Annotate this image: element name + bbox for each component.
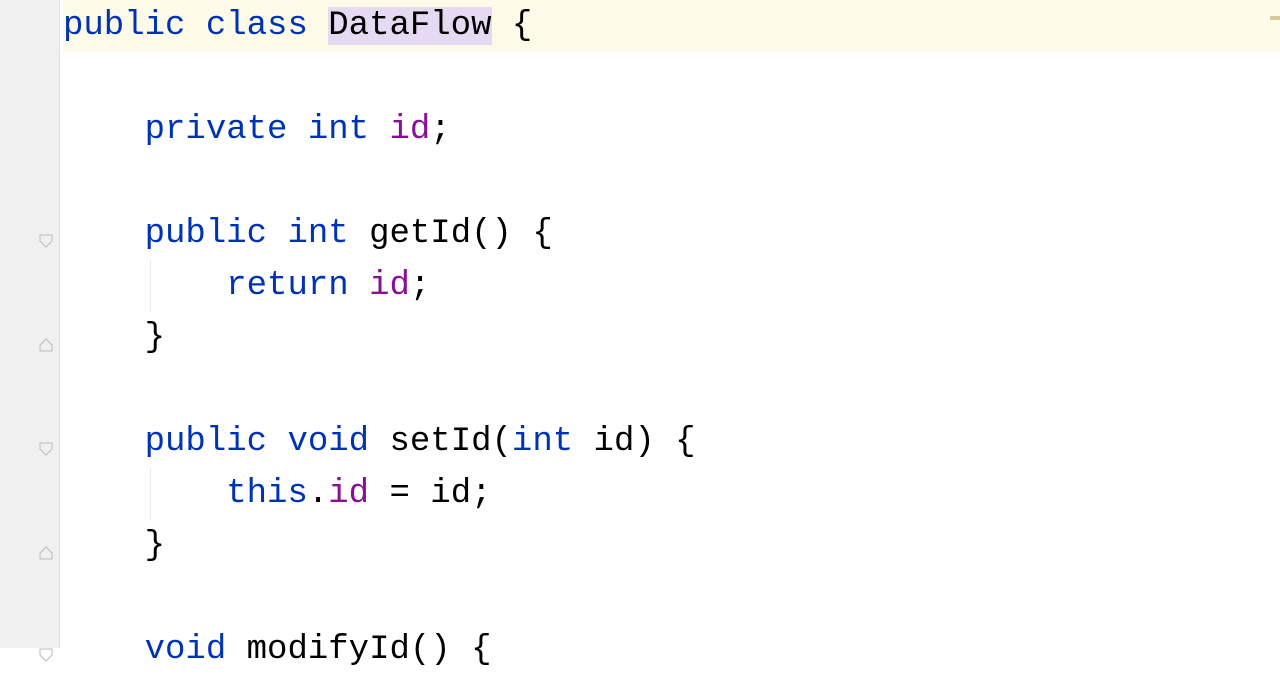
equals: = bbox=[369, 475, 430, 513]
method-name: getId bbox=[369, 215, 471, 253]
code-line[interactable]: } bbox=[63, 312, 1280, 364]
fold-marker-icon[interactable] bbox=[38, 534, 54, 550]
keyword: public bbox=[145, 423, 267, 461]
code-line[interactable] bbox=[63, 52, 1280, 104]
brace: { bbox=[492, 7, 533, 45]
keyword: this bbox=[226, 475, 308, 513]
code-line[interactable] bbox=[63, 572, 1280, 624]
code-line[interactable] bbox=[63, 364, 1280, 416]
brace: { bbox=[451, 631, 492, 669]
dot: . bbox=[308, 475, 328, 513]
brace: { bbox=[655, 423, 696, 461]
code-editor[interactable]: public class DataFlow { private int id; … bbox=[0, 0, 1280, 648]
brace: } bbox=[145, 527, 165, 565]
param-name: id bbox=[594, 423, 635, 461]
code-line[interactable]: this.id = id; bbox=[63, 468, 1280, 520]
method-name: setId bbox=[389, 423, 491, 461]
code-line[interactable]: private int id; bbox=[63, 104, 1280, 156]
semicolon: ; bbox=[410, 267, 430, 305]
field-name: id bbox=[328, 475, 369, 513]
code-line[interactable]: public int getId() { bbox=[63, 208, 1280, 260]
code-line[interactable]: return id; bbox=[63, 260, 1280, 312]
semicolon: ; bbox=[430, 111, 450, 149]
keyword: return bbox=[226, 267, 348, 305]
rparen: ) bbox=[634, 423, 654, 461]
fold-marker-icon[interactable] bbox=[38, 326, 54, 342]
parens: () bbox=[410, 631, 451, 669]
brace: { bbox=[512, 215, 553, 253]
fold-marker-icon[interactable] bbox=[38, 636, 54, 652]
code-line[interactable] bbox=[63, 156, 1280, 208]
type: int bbox=[308, 111, 369, 149]
keyword: public bbox=[145, 215, 267, 253]
param-name: id bbox=[430, 475, 471, 513]
code-line[interactable]: public class DataFlow { bbox=[63, 0, 1280, 52]
parens: () bbox=[471, 215, 512, 253]
semicolon: ; bbox=[471, 475, 491, 513]
keyword: void bbox=[287, 423, 369, 461]
scrollbar-marker-icon[interactable] bbox=[1270, 16, 1280, 20]
code-content[interactable]: public class DataFlow { private int id; … bbox=[60, 0, 1280, 648]
keyword: class bbox=[206, 7, 308, 45]
keyword: private bbox=[145, 111, 288, 149]
code-line[interactable]: public void setId(int id) { bbox=[63, 416, 1280, 468]
field-name: id bbox=[389, 111, 430, 149]
field-name: id bbox=[369, 267, 410, 305]
code-line[interactable]: void modifyId() { bbox=[63, 624, 1280, 676]
type: int bbox=[287, 215, 348, 253]
lparen: ( bbox=[492, 423, 512, 461]
type: int bbox=[512, 423, 573, 461]
keyword: public bbox=[63, 7, 185, 45]
fold-marker-icon[interactable] bbox=[38, 222, 54, 238]
code-line[interactable]: } bbox=[63, 520, 1280, 572]
keyword: void bbox=[145, 631, 227, 669]
method-name: modifyId bbox=[247, 631, 410, 669]
brace: } bbox=[145, 319, 165, 357]
class-name: DataFlow bbox=[328, 7, 491, 45]
fold-marker-icon[interactable] bbox=[38, 430, 54, 446]
editor-gutter bbox=[0, 0, 60, 648]
